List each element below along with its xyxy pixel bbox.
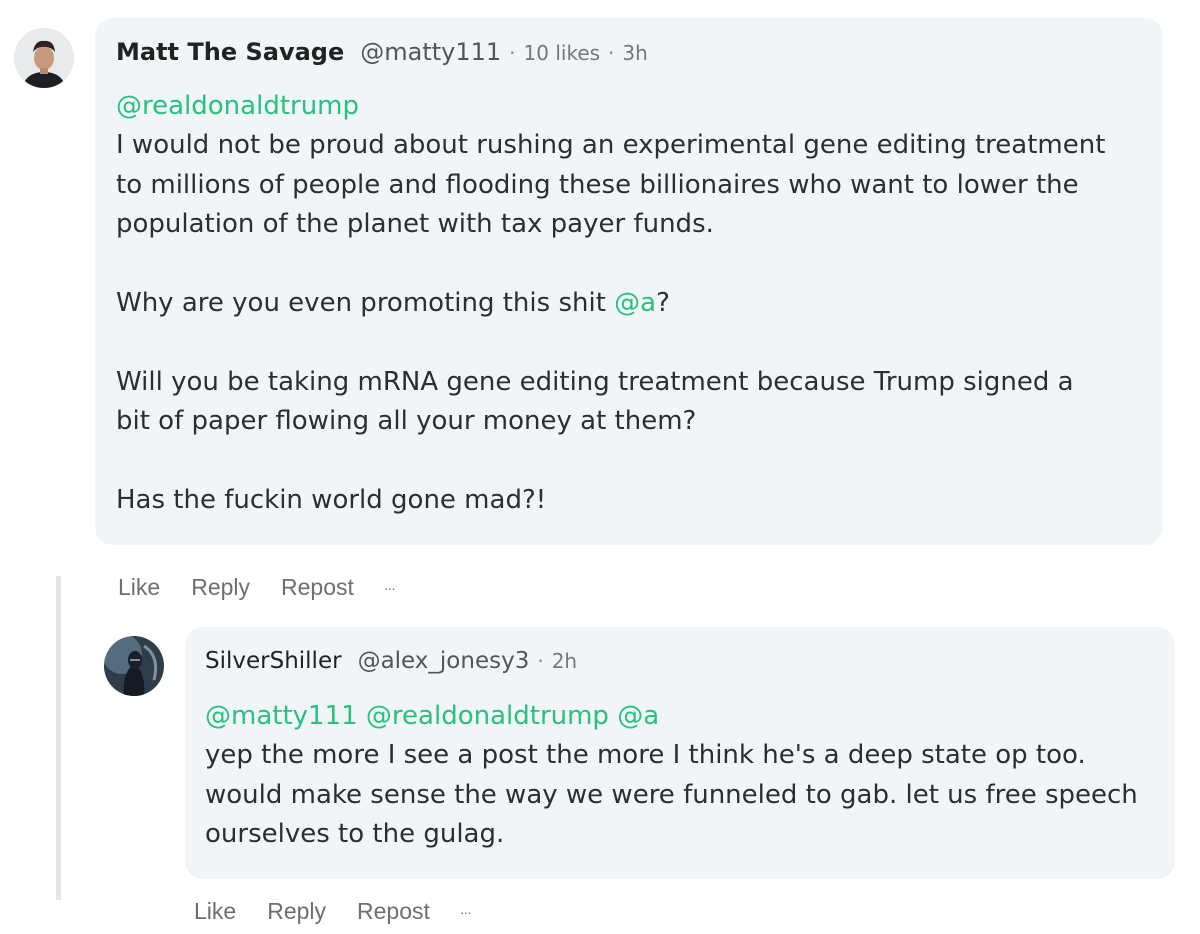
comment-line: yep the more I see a post the more I thi…: [205, 740, 1086, 771]
mention-link[interactable]: @matty111 @realdonaldtrump @a: [205, 701, 659, 731]
comment-actions: Like Reply Repost ···: [194, 898, 472, 925]
author-handle[interactable]: @alex_jonesy3: [358, 648, 530, 674]
like-button[interactable]: Like: [118, 574, 160, 601]
comment-line: would make sense the way we were funnele…: [205, 779, 1138, 810]
comment-text: ?: [656, 288, 670, 319]
comment-text: Why are you even promoting this shit: [116, 288, 615, 319]
like-button[interactable]: Like: [194, 898, 236, 925]
reply-button[interactable]: Reply: [267, 898, 326, 925]
repost-button[interactable]: Repost: [357, 898, 430, 925]
comment-body: @matty111 @realdonaldtrump @a yep the mo…: [205, 697, 1138, 855]
comment-line: Has the fuckin world gone mad?!: [116, 485, 547, 516]
author-handle[interactable]: @matty111: [360, 38, 501, 66]
comment-line: population of the planet with tax payer …: [116, 209, 714, 240]
author-name[interactable]: SilverShiller: [205, 648, 342, 674]
timestamp[interactable]: 3h: [622, 41, 647, 65]
separator-dot: ·: [509, 41, 516, 65]
avatar[interactable]: [104, 636, 164, 696]
comment-line: bit of paper flowing all your money at t…: [116, 406, 697, 437]
separator-dot: ·: [608, 41, 615, 65]
mention-link[interactable]: @a: [614, 288, 656, 318]
avatar[interactable]: [14, 28, 74, 88]
author-name[interactable]: Matt The Savage: [116, 38, 344, 66]
likes-count[interactable]: 10 likes: [524, 41, 601, 65]
reply-button[interactable]: Reply: [191, 574, 250, 601]
comment-header: SilverShiller @alex_jonesy3 · 2h: [205, 648, 577, 674]
comment-actions: Like Reply Repost ···: [118, 574, 396, 601]
comment-body: @realdonaldtrump I would not be proud ab…: [116, 87, 1105, 520]
comment-line: to millions of people and flooding these…: [116, 169, 1079, 200]
mention-link[interactable]: @realdonaldtrump: [116, 91, 359, 121]
more-options-icon[interactable]: ···: [384, 580, 396, 596]
timestamp[interactable]: 2h: [552, 649, 577, 673]
comment-line: ourselves to the gulag.: [205, 819, 505, 850]
comment-line: I would not be proud about rushing an ex…: [116, 130, 1106, 161]
comment-header: Matt The Savage @matty111 · 10 likes · 3…: [116, 38, 648, 66]
comment-line: Will you be taking mRNA gene editing tre…: [116, 366, 1074, 397]
more-options-icon[interactable]: ···: [460, 904, 472, 920]
repost-button[interactable]: Repost: [281, 574, 354, 601]
thread-line: [56, 576, 61, 900]
separator-dot: ·: [537, 649, 544, 673]
